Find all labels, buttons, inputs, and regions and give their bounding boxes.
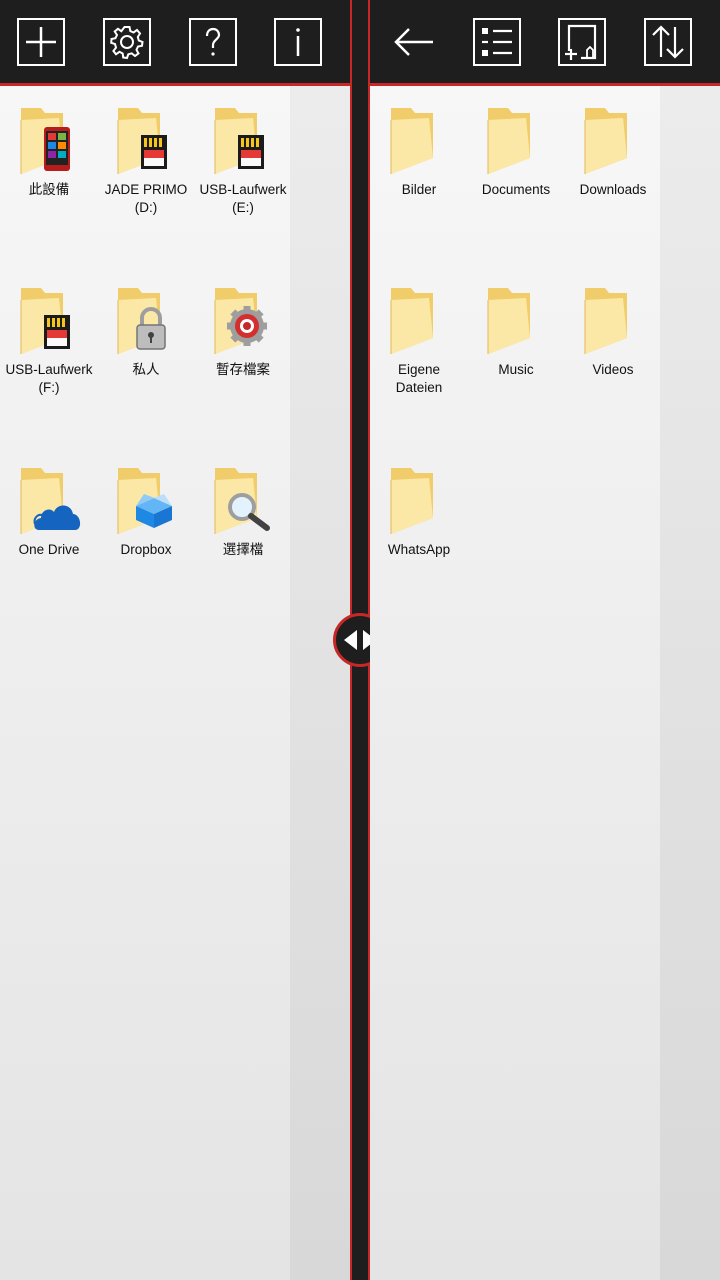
left_pane-item[interactable]: 暫存檔案 [194, 284, 292, 379]
left_pane-item-label: USB-Laufwerk (F:) [5, 362, 93, 395]
sort-button[interactable] [644, 18, 692, 66]
gear-icon [110, 26, 144, 60]
folder-icon [389, 104, 449, 178]
left_pane-item-label: 私人 [132, 362, 160, 377]
back-button[interactable] [386, 18, 442, 66]
settings-button[interactable] [103, 18, 151, 66]
left-content: 此設備 JADE PRIMO (D:) USB-Laufwerk (E:) US… [0, 86, 350, 1280]
box-icon [132, 490, 176, 535]
info-button[interactable] [274, 18, 322, 66]
folder-icon [19, 284, 79, 358]
left_pane-item[interactable]: JADE PRIMO (D:) [97, 104, 195, 217]
folder-icon [116, 104, 176, 178]
left_pane-item-label: 選擇檔 [222, 542, 264, 557]
right_pane-item-label: Music [498, 362, 534, 377]
left_pane-item[interactable]: One Drive [0, 464, 98, 559]
sd-card-icon [237, 134, 265, 175]
left-toolbar [0, 0, 350, 86]
right_pane-item[interactable]: Music [467, 284, 565, 379]
right_pane-item-label: Downloads [579, 182, 647, 197]
left_pane-item[interactable]: USB-Laufwerk (F:) [0, 284, 98, 397]
folder-icon [213, 464, 273, 538]
question-icon [205, 27, 221, 56]
add-button[interactable] [17, 18, 65, 66]
help-button[interactable] [189, 18, 237, 66]
folder-icon [213, 284, 273, 358]
new-file-button[interactable] [558, 18, 606, 66]
folder-icon [583, 104, 643, 178]
left_pane-item[interactable]: 選擇檔 [194, 464, 292, 559]
list-view-button[interactable] [473, 18, 521, 66]
arrow-left-icon [394, 28, 433, 56]
left_pane-item-label: One Drive [18, 542, 80, 557]
right-pane: Bilder Documents Downloads Eigene Dateie… [370, 0, 720, 1280]
sort-arrows-icon [652, 25, 684, 59]
left_pane-item-label: JADE PRIMO (D:) [104, 182, 188, 215]
left_pane-item-label: 暫存檔案 [216, 362, 270, 377]
right_pane-item-label: Documents [481, 182, 551, 197]
new-document-icon [565, 24, 597, 60]
left-scroll-strip [290, 86, 350, 1280]
magnifier-icon [225, 490, 271, 537]
right_pane-item[interactable]: Bilder [370, 104, 468, 199]
folder-icon [389, 284, 449, 358]
right_pane-item[interactable]: Eigene Dateien [370, 284, 468, 397]
padlock-icon [134, 306, 168, 355]
right-content: Bilder Documents Downloads Eigene Dateie… [370, 86, 720, 1280]
folder-icon [116, 284, 176, 358]
sd-card-icon [140, 134, 168, 175]
left_pane-item-label: Dropbox [120, 542, 172, 557]
right-scroll-strip [660, 86, 720, 1280]
folder-icon [486, 104, 546, 178]
list-icon [482, 28, 512, 56]
right_pane-item[interactable]: Downloads [564, 104, 662, 199]
folder-icon [486, 284, 546, 358]
right_pane-item-label: Eigene Dateien [395, 362, 443, 395]
right-toolbar [370, 0, 720, 86]
left_pane-item[interactable]: Dropbox [97, 464, 195, 559]
right_pane-item-label: WhatsApp [387, 542, 451, 557]
right_pane-item[interactable]: Documents [467, 104, 565, 199]
left_pane-item[interactable]: 此設備 [0, 104, 98, 199]
folder-icon [116, 464, 176, 538]
left_pane-item[interactable]: 私人 [97, 284, 195, 379]
folder-icon [213, 104, 273, 178]
folder-icon [19, 104, 79, 178]
sd-card-icon [43, 314, 71, 355]
left_pane-item-label: USB-Laufwerk (E:) [199, 182, 287, 215]
left-pane: 此設備 JADE PRIMO (D:) USB-Laufwerk (E:) US… [0, 0, 350, 1280]
right_pane-item[interactable]: WhatsApp [370, 464, 468, 559]
left_pane-item-label: 此設備 [28, 182, 70, 197]
phone-icon [43, 126, 71, 177]
folder-icon [389, 464, 449, 538]
info-icon [296, 28, 300, 56]
gear-badge-icon [227, 306, 267, 351]
left_pane-item[interactable]: USB-Laufwerk (E:) [194, 104, 292, 217]
plus-icon [26, 27, 56, 57]
folder-icon [583, 284, 643, 358]
right_pane-item[interactable]: Videos [564, 284, 662, 379]
right_pane-item-label: Bilder [401, 182, 437, 197]
right_pane-item-label: Videos [592, 362, 634, 377]
folder-icon [19, 464, 81, 538]
cloud-icon [33, 498, 83, 537]
